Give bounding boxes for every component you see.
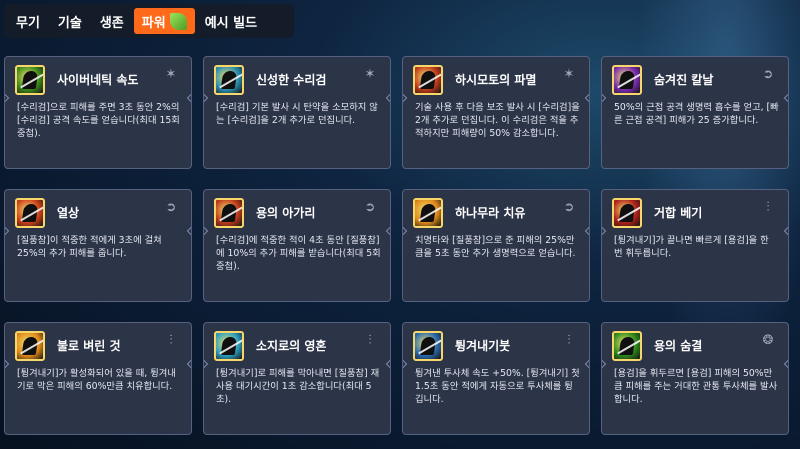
power-card[interactable]: 숨겨진 칼날 ➲ 50%의 근접 공격 생명력 흡수를 얻고, [빠른 근접 공격]… [601,56,789,169]
power-title: 신성한 수리검 [256,73,327,87]
power-description: [튕겨내기]로 피해를 막아내면 [질풍참] 재사용 대기시간이 1초 감소합니… [216,368,380,405]
power-title: 하나무라 치유 [455,206,526,220]
hidden-blade-icon [612,65,642,95]
dragonblade-type-icon: ❂ [762,333,774,348]
power-description: 튕겨낸 투사체 속도 +50%. [튕겨내기] 첫 1.5초 동안 적에게 자동… [415,368,580,405]
power-description: [질풍참]이 적중한 적에게 3초에 걸쳐 25%의 추가 피해를 줍니다. [17,235,162,259]
power-title: 용의 아가리 [256,206,316,220]
iaido-strike-icon [612,198,642,228]
power-card-grid: 사이버네틱 속도 ✶ [수리검]으로 피해를 주면 3초 동안 2%의 [수리검] … [0,0,800,449]
power-title: 소지로의 영혼 [256,339,327,353]
hanamura-healing-icon [413,198,443,228]
power-description: [튕겨내기]가 끝나면 빠르게 [용검]을 한 번 휘두릅니다. [614,235,769,259]
power-card[interactable]: 튕겨내기붓 ⫶ 튕겨낸 투사체 속도 +50%. [튕겨내기] 첫 1.5초 동안 … [402,322,590,435]
shuriken-type-icon: ✶ [364,67,376,82]
power-description: 50%의 근접 공격 생명력 흡수를 얻고, [빠른 근접 공격] 피해가 25… [614,102,779,126]
deflect-type-icon: ⫶ [766,200,770,215]
power-description: [수리검]으로 피해를 주면 3초 동안 2%의 [수리검] 공격 속도를 얻습… [17,102,180,139]
power-title: 튕겨내기붓 [455,339,511,353]
power-card[interactable]: 소지로의 영혼 ⫶ [튕겨내기]로 피해를 막아내면 [질풍참] 재사용 대기시간이… [203,322,391,435]
power-title: 용의 숨결 [654,339,703,353]
power-description: [수리검] 기본 발사 시 탄약을 소모하지 않는 [수리검]을 2개 추가로 … [216,102,378,126]
swift-strike-type-icon: ➲ [165,200,177,215]
deflect-type-icon: ⫶ [567,333,571,348]
deflect-type-icon: ⫶ [368,333,372,348]
shuriken-type-icon: ✶ [165,67,177,82]
power-card[interactable]: 거합 베기 ⫶ [튕겨내기]가 끝나면 빠르게 [용검]을 한 번 휘두릅니다. [601,189,789,302]
power-title: 숨겨진 칼날 [654,73,714,87]
shuriken-type-icon: ✶ [563,67,575,82]
power-title: 불로 벼린 것 [57,339,121,353]
power-card[interactable]: 하나무라 치유 ➲ 치명타와 [질풍참]으로 준 피해의 25%만큼을 5초 동안 … [402,189,590,302]
cybernetic-speed-icon [15,65,45,95]
swift-strike-type-icon: ➲ [563,200,575,215]
power-title: 하시모토의 파멸 [455,73,537,87]
power-card[interactable]: 하시모토의 파멸 ✶ 기술 사용 후 다음 보조 발사 시 [수리검]을 2개 추가… [402,56,590,169]
forged-under-fire-icon [15,331,45,361]
power-card[interactable]: 열상 ➲ [질풍참]이 적중한 적에게 3초에 걸쳐 25%의 추가 피해를 줍니다… [4,189,192,302]
power-description: [용검]을 휘두르면 [용검] 피해의 50%만큼 피해를 주는 거대한 관통 … [614,368,778,405]
soujirous-spirit-icon [214,331,244,361]
sacred-shuriken-icon [214,65,244,95]
power-description: 기술 사용 후 다음 보조 발사 시 [수리검]을 2개 추가로 던집니다. 이… [415,102,580,139]
power-card[interactable]: 용의 숨결 ❂ [용검]을 휘두르면 [용검] 피해의 50%만큼 피해를 주는 거… [601,322,789,435]
power-card[interactable]: 불로 벼린 것 ⫶ [튕겨내기]가 활성화되어 있을 때, 튕겨내기로 막은 피해의… [4,322,192,435]
laceration-icon [15,198,45,228]
power-card[interactable]: 신성한 수리검 ✶ [수리검] 기본 발사 시 탄약을 소모하지 않는 [수리검]을… [203,56,391,169]
swift-strike-type-icon: ➲ [762,67,774,82]
power-description: [수리검]에 적중한 적이 4초 동안 [질풍참]에 10%의 추가 피해를 받… [216,235,381,272]
power-title: 열상 [57,206,80,220]
power-title: 사이버네틱 속도 [57,73,139,87]
swift-strike-type-icon: ➲ [364,200,376,215]
deflect-type-icon: ⫶ [169,333,173,348]
power-title: 거합 베기 [654,206,703,220]
power-card[interactable]: 사이버네틱 속도 ✶ [수리검]으로 피해를 주면 3초 동안 2%의 [수리검] … [4,56,192,169]
dragons-breath-icon [612,331,642,361]
deflect-brush-icon [413,331,443,361]
power-description: [튕겨내기]가 활성화되어 있을 때, 튕겨내기로 막은 피해의 60%만큼 치… [17,368,176,392]
hashimoto-bane-icon [413,65,443,95]
power-card[interactable]: 용의 아가리 ➲ [수리검]에 적중한 적이 4초 동안 [질풍참]에 10%의 추… [203,189,391,302]
dragons-jaw-icon [214,198,244,228]
power-description: 치명타와 [질풍참]으로 준 피해의 25%만큼을 5초 동안 추가 생명력으로… [415,235,576,259]
